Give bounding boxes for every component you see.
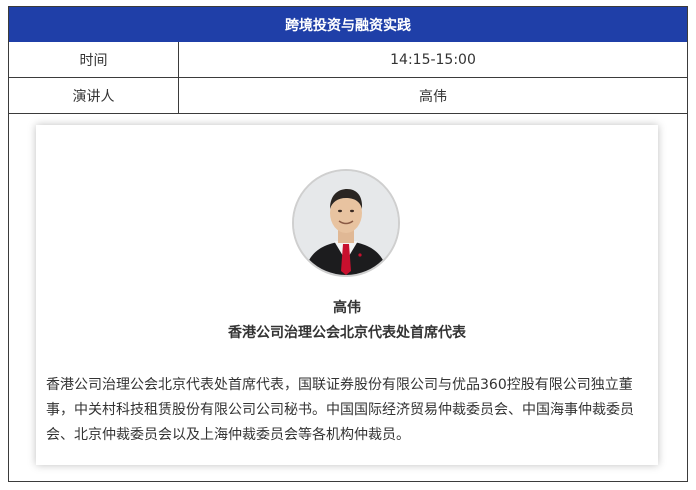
speaker-label: 演讲人 [9, 78, 179, 113]
speaker-title: 香港公司治理公会北京代表处首席代表 [228, 325, 466, 341]
speaker-bio: 香港公司治理公会北京代表处首席代表，国联证券股份有限公司与优品360控股有限公司… [46, 377, 634, 443]
speaker-row: 演讲人 高伟 [9, 78, 687, 114]
speaker-avatar [292, 169, 400, 277]
time-value: 14:15-15:00 [390, 51, 476, 68]
session-title-bar: 跨境投资与融资实践 [9, 7, 687, 42]
time-label: 时间 [9, 42, 179, 77]
time-row: 时间 14:15-15:00 [9, 42, 687, 78]
speaker-value: 高伟 [419, 88, 447, 105]
speaker-card: 高伟 香港公司治理公会北京代表处首席代表 香港公司治理公会北京代表处首席代表，国… [36, 125, 658, 465]
session-table: 跨境投资与融资实践 时间 14:15-15:00 演讲人 高伟 高伟 香港公司治… [8, 6, 688, 482]
session-title: 跨境投资与融资实践 [285, 17, 411, 34]
speaker-name: 高伟 [333, 300, 361, 316]
speaker-portrait [294, 171, 398, 275]
